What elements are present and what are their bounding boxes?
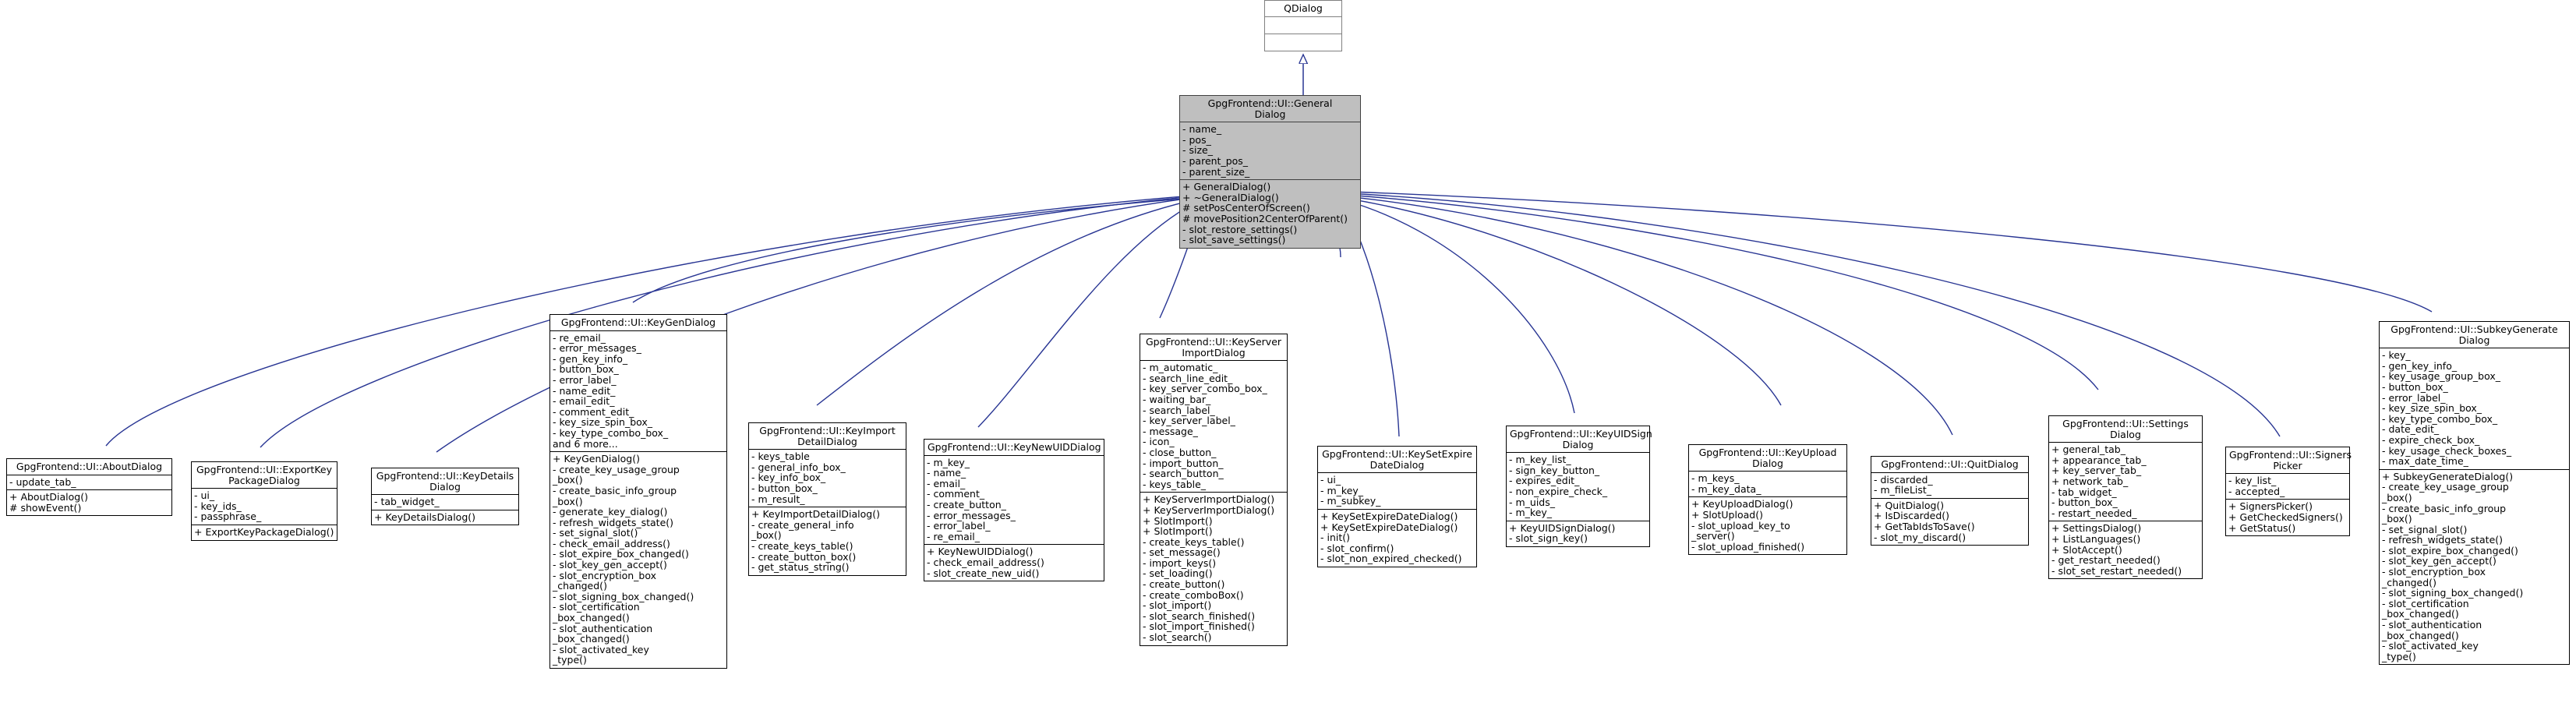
class-ops-settings-dialog: + SettingsDialog() + ListLanguages() + S…: [2051, 522, 2182, 577]
class-title-key-details-dialog: GpgFrontend::UI::KeyDetails Dialog: [372, 468, 518, 496]
class-ops-key-import-detail-dialog: + KeyImportDetailDialog() - create_gener…: [751, 508, 880, 574]
class-ops-key-details-dialog: + KeyDetailsDialog(): [374, 510, 476, 523]
class-ops-key-server-import-dialog: + KeyServerImportDialog() + KeyServerImp…: [1143, 493, 1275, 644]
class-title-key-import-detail-dialog: GpgFrontend::UI::KeyImport DetailDialog: [749, 423, 906, 450]
class-title-export-key-package-dialog: GpgFrontend::UI::ExportKey PackageDialog: [192, 462, 337, 489]
class-attrs-quit-dialog: - discarded_ - m_fileList_: [1871, 473, 2028, 499]
class-node-about-dialog[interactable]: GpgFrontend::UI::AboutDialog - update_ta…: [6, 458, 172, 517]
class-ops-quit-dialog: + QuitDialog() + IsDiscarded() + GetTabI…: [1874, 499, 1975, 543]
class-title-key-upload-dialog: GpgFrontend::UI::KeyUpload Dialog: [1689, 445, 1846, 472]
class-node-settings-dialog[interactable]: GpgFrontend::UI::Settings Dialog + gener…: [2048, 415, 2203, 580]
class-title-qdialog: QDialog: [1265, 1, 1341, 17]
class-attrs-key-server-import-dialog: - m_automatic_ - search_line_edit_ - key…: [1140, 361, 1287, 493]
class-title-signers-picker: GpgFrontend::UI::Signers Picker: [2226, 447, 2352, 475]
class-attrs-key-details-dialog: - tab_widget_: [372, 495, 518, 510]
class-node-signers-picker[interactable]: GpgFrontend::UI::Signers Picker - key_li…: [2225, 447, 2352, 537]
class-attrs-key-set-expire-date-dialog: - ui_ - m_key_ - m_subkey_: [1318, 473, 1476, 510]
class-title-general-dialog: GpgFrontend::UI::General Dialog: [1180, 96, 1360, 123]
class-attrs-key-uid-sign-dialog: - m_key_list_ - sign_key_button_ - expir…: [1507, 453, 1649, 521]
class-attrs-key-new-uid-dialog: - m_key_ - name_ - email_ - comment_ - c…: [924, 456, 1104, 546]
class-node-key-import-detail-dialog[interactable]: GpgFrontend::UI::KeyImport DetailDialog …: [748, 422, 906, 576]
class-attrs-general-dialog: - name_ - pos_ - size_ - parent_pos_ - p…: [1180, 122, 1360, 181]
class-node-key-upload-dialog[interactable]: GpgFrontend::UI::KeyUpload Dialog - m_ke…: [1688, 444, 1847, 556]
class-node-key-set-expire-date-dialog[interactable]: GpgFrontend::UI::KeySetExpire DateDialog…: [1317, 446, 1477, 567]
class-attrs-key-import-detail-dialog: - keys_table - general_info_box_ - key_i…: [749, 450, 906, 508]
class-attrs-about-dialog: - update_tab_: [7, 475, 171, 491]
class-node-key-server-import-dialog[interactable]: GpgFrontend::UI::KeyServer ImportDialog …: [1140, 334, 1288, 646]
class-ops-qdialog: [1265, 34, 1341, 51]
class-attrs-subkey-generate-dialog: - key_ - gen_key_info_ - key_usage_group…: [2380, 348, 2569, 470]
class-attrs-settings-dialog: + general_tab_ + appearance_tab_ + key_s…: [2049, 443, 2202, 522]
class-title-subkey-generate-dialog: GpgFrontend::UI::SubkeyGenerate Dialog: [2380, 322, 2569, 349]
class-node-key-uid-sign-dialog[interactable]: GpgFrontend::UI::KeyUIDSign Dialog - m_k…: [1506, 426, 1652, 547]
class-ops-key-new-uid-dialog: + KeyNewUIDDialog() - check_email_addres…: [927, 546, 1044, 579]
class-node-general-dialog[interactable]: GpgFrontend::UI::General Dialog - name_ …: [1179, 95, 1361, 249]
class-title-key-new-uid-dialog: GpgFrontend::UI::KeyNewUIDDialog: [924, 440, 1104, 456]
class-node-qdialog[interactable]: QDialog: [1264, 0, 1342, 51]
class-title-about-dialog: GpgFrontend::UI::AboutDialog: [7, 459, 171, 475]
class-attrs-signers-picker: - key_list_ - accepted_: [2226, 474, 2349, 500]
class-node-key-gen-dialog[interactable]: GpgFrontend::UI::KeyGenDialog - re_email…: [549, 314, 727, 669]
class-ops-about-dialog: + AboutDialog() # showEvent(): [9, 491, 88, 514]
class-ops-general-dialog: + GeneralDialog() + ~GeneralDialog() # s…: [1182, 181, 1348, 246]
class-ops-key-upload-dialog: + KeyUploadDialog() + SlotUpload() - slo…: [1691, 498, 1805, 553]
class-attrs-key-upload-dialog: - m_keys_ - m_key_data_: [1689, 472, 1846, 498]
uml-diagram-canvas: QDialog GpgFrontend::UI::General Dialog …: [0, 0, 2576, 710]
class-attrs-qdialog: [1265, 17, 1341, 34]
class-title-key-uid-sign-dialog: GpgFrontend::UI::KeyUIDSign Dialog: [1507, 426, 1652, 454]
class-title-quit-dialog: GpgFrontend::UI::QuitDialog: [1871, 457, 2028, 473]
class-node-export-key-package-dialog[interactable]: GpgFrontend::UI::ExportKey PackageDialog…: [191, 461, 337, 541]
class-title-key-gen-dialog: GpgFrontend::UI::KeyGenDialog: [550, 315, 726, 331]
class-node-subkey-generate-dialog[interactable]: GpgFrontend::UI::SubkeyGenerate Dialog -…: [2379, 321, 2570, 666]
class-title-settings-dialog: GpgFrontend::UI::Settings Dialog: [2049, 416, 2202, 443]
class-ops-signers-picker: + SignersPicker() + GetCheckedSigners() …: [2228, 500, 2343, 534]
class-node-key-new-uid-dialog[interactable]: GpgFrontend::UI::KeyNewUIDDialog - m_key…: [924, 439, 1104, 582]
class-ops-subkey-generate-dialog: + SubkeyGenerateDialog() - create_key_us…: [2382, 470, 2524, 662]
class-attrs-export-key-package-dialog: - ui_ - key_ids_ - passphrase_: [192, 489, 337, 525]
class-node-key-details-dialog[interactable]: GpgFrontend::UI::KeyDetails Dialog - tab…: [371, 468, 519, 526]
class-attrs-key-gen-dialog: - re_email_ - error_messages_ - gen_key_…: [550, 331, 726, 453]
class-ops-key-set-expire-date-dialog: + KeySetExpireDateDialog() + KeySetExpir…: [1320, 510, 1462, 565]
class-ops-key-uid-sign-dialog: + KeyUIDSignDialog() - slot_sign_key(): [1509, 521, 1616, 545]
class-node-quit-dialog[interactable]: GpgFrontend::UI::QuitDialog - discarded_…: [1871, 456, 2029, 546]
class-title-key-set-expire-date-dialog: GpgFrontend::UI::KeySetExpire DateDialog: [1318, 447, 1476, 474]
class-ops-export-key-package-dialog: + ExportKeyPackageDialog(): [194, 525, 334, 538]
class-ops-key-gen-dialog: + KeyGenDialog() - create_key_usage_grou…: [553, 453, 694, 666]
class-title-key-server-import-dialog: GpgFrontend::UI::KeyServer ImportDialog: [1140, 334, 1287, 362]
